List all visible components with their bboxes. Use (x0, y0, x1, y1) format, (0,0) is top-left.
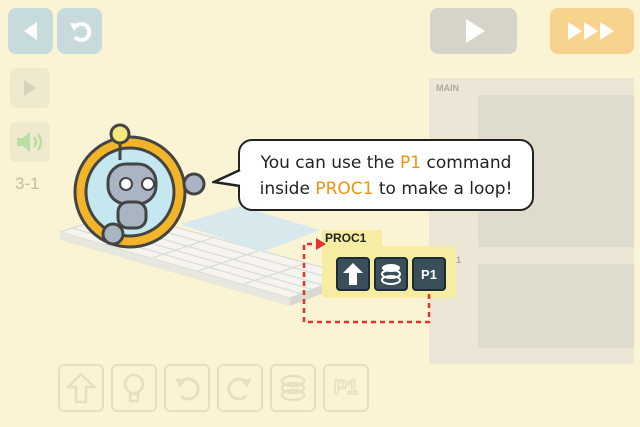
palette-turn-left[interactable] (164, 364, 210, 412)
stack-icon (280, 374, 306, 402)
up-arrow-icon (66, 372, 96, 404)
palette-forward[interactable] (58, 364, 104, 412)
palette-p1-label: P1 (333, 376, 359, 400)
bubble-text-1: You can use the (260, 153, 401, 173)
bubble-text-4: to make a loop! (373, 179, 513, 199)
loop-arrow (302, 238, 431, 324)
bubble-text-2: command (421, 153, 512, 173)
bulb-icon (123, 373, 145, 403)
tutorial-speech-bubble: You can use the P1 command inside PROC1 … (238, 139, 534, 211)
palette-jump[interactable] (270, 364, 316, 412)
palette-p1[interactable]: P1 (323, 364, 369, 412)
bubble-text-3: inside (259, 179, 316, 199)
bubble-proc1: PROC1 (315, 179, 374, 199)
bubble-p1: P1 (400, 153, 422, 173)
rotate-left-icon (175, 377, 200, 401)
robot-avatar (73, 123, 206, 249)
bubble-tail (212, 168, 241, 188)
palette-light[interactable] (111, 364, 157, 412)
palette-turn-right[interactable] (217, 364, 263, 412)
rotate-right-icon (227, 377, 252, 401)
